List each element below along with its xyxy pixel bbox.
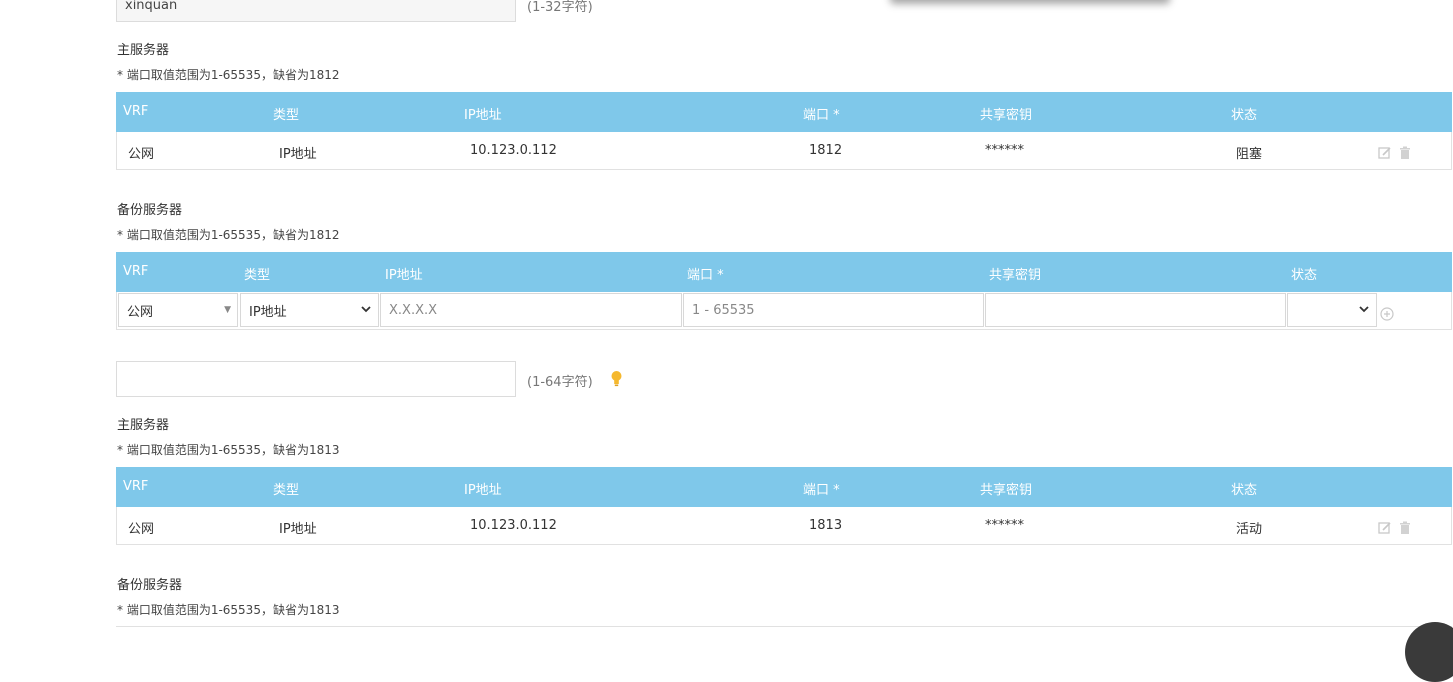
- primary-table-header: VRF 类型 IP地址 端口 * 共享密钥 状态: [116, 92, 1452, 132]
- backup-port-note: * 端口取值范围为1-65535，缺省为1812: [117, 228, 340, 242]
- backup-server-title: 备份服务器: [117, 578, 183, 593]
- col-status: 状态: [1231, 108, 1258, 123]
- backup-port-note: * 端口取值范围为1-65535，缺省为1813: [117, 603, 340, 617]
- col-status: 状态: [1231, 483, 1258, 498]
- ip-input-placeholder: X.X.X.X: [389, 302, 438, 318]
- col-key: 共享密钥: [989, 268, 1042, 283]
- cell-port: 1812: [809, 143, 843, 158]
- port-input[interactable]: 1 - 65535: [683, 293, 984, 327]
- name-input-value: xinquan: [125, 0, 178, 13]
- cell-status: 阻塞: [1236, 147, 1263, 162]
- col-type: 类型: [244, 268, 271, 283]
- bulb-icon[interactable]: [610, 370, 623, 388]
- cell-key: ******: [985, 518, 1024, 533]
- key-length-hint: (1-64字符): [527, 375, 593, 390]
- shared-key-input[interactable]: [985, 293, 1286, 327]
- cell-vrf: 公网: [128, 147, 155, 162]
- cell-ip: 10.123.0.112: [470, 143, 557, 158]
- name-input[interactable]: xinquan: [116, 0, 516, 22]
- col-ip: IP地址: [464, 483, 502, 498]
- edit-icon[interactable]: [1378, 521, 1392, 535]
- primary-table-header: VRF 类型 IP地址 端口 * 共享密钥 状态: [116, 467, 1452, 507]
- shared-key-field[interactable]: [116, 361, 516, 397]
- col-port: 端口 *: [803, 108, 840, 123]
- col-vrf: VRF: [123, 264, 149, 279]
- caret-down-icon: ▼: [224, 305, 231, 315]
- backup-server-title: 备份服务器: [117, 203, 183, 218]
- col-port: 端口 *: [687, 268, 724, 283]
- port-input-placeholder: 1 - 65535: [692, 302, 755, 318]
- backup-table-header: VRF 类型 IP地址 端口 * 共享密钥 状态: [116, 252, 1452, 292]
- table-row: 公网 IP地址 10.123.0.112 1813 ****** 活动: [116, 507, 1452, 545]
- cell-key: ******: [985, 143, 1024, 158]
- delete-icon[interactable]: [1398, 146, 1412, 160]
- primary-port-note: * 端口取值范围为1-65535，缺省为1812: [117, 68, 340, 82]
- col-ip: IP地址: [385, 268, 423, 283]
- cell-ip: 10.123.0.112: [470, 518, 557, 533]
- col-key: 共享密钥: [980, 483, 1033, 498]
- status-select[interactable]: [1287, 293, 1377, 327]
- col-status: 状态: [1291, 268, 1318, 283]
- table-row: 公网 IP地址 10.123.0.112 1812 ****** 阻塞: [116, 132, 1452, 170]
- chevron-down-icon: [361, 306, 371, 313]
- add-circle-icon[interactable]: [1380, 307, 1394, 321]
- vrf-select[interactable]: 公网 ▼: [118, 293, 238, 327]
- cell-port: 1813: [809, 518, 843, 533]
- name-hint: (1-32字符): [527, 0, 593, 15]
- col-type: 类型: [273, 108, 300, 123]
- vrf-select-value: 公网: [127, 304, 154, 320]
- cell-type: IP地址: [279, 147, 317, 162]
- cell-vrf: 公网: [128, 522, 155, 537]
- col-ip: IP地址: [464, 108, 502, 123]
- backup-server-form-row: 公网 ▼ IP地址 X.X.X.X 1 - 65535: [116, 292, 1452, 330]
- floating-button-edge[interactable]: [1405, 622, 1453, 682]
- type-select[interactable]: IP地址: [240, 293, 379, 327]
- edit-icon[interactable]: [1378, 146, 1392, 160]
- primary-server-title: 主服务器: [117, 43, 170, 58]
- cell-status: 活动: [1236, 522, 1263, 537]
- col-type: 类型: [273, 483, 300, 498]
- col-port: 端口 *: [803, 483, 840, 498]
- ip-input[interactable]: X.X.X.X: [380, 293, 682, 327]
- chevron-down-icon: [1359, 306, 1369, 313]
- col-vrf: VRF: [123, 479, 149, 494]
- delete-icon[interactable]: [1398, 521, 1412, 535]
- col-vrf: VRF: [123, 104, 149, 119]
- type-select-value: IP地址: [249, 304, 287, 320]
- primary-server-title: 主服务器: [117, 418, 170, 433]
- col-key: 共享密钥: [980, 108, 1033, 123]
- primary-port-note: * 端口取值范围为1-65535，缺省为1813: [117, 443, 340, 457]
- cell-type: IP地址: [279, 522, 317, 537]
